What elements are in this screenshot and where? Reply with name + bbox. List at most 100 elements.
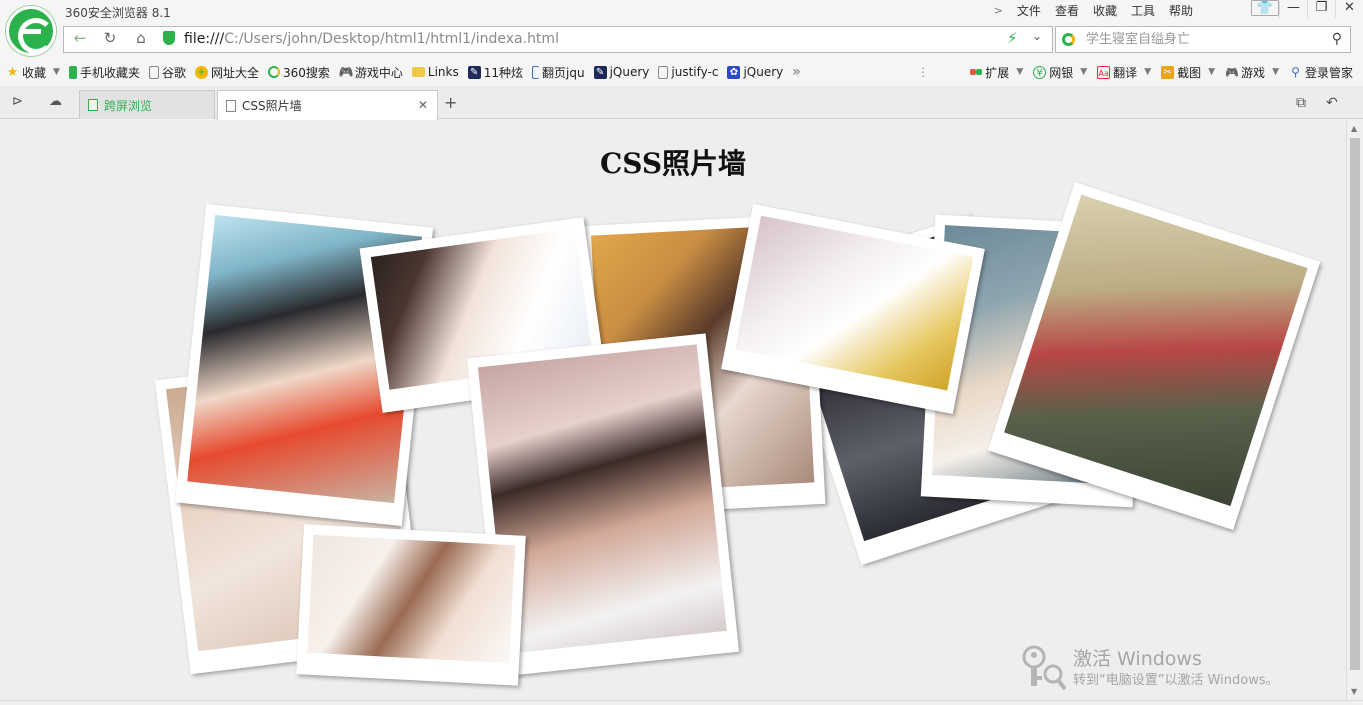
tab-css-photo-wall[interactable]: CSS照片墙 ✕ [217,90,438,120]
chevron-right-icon[interactable]: > [994,4,1003,17]
url-text[interactable]: file:///C:/Users/john/Desktop/html1/html… [184,31,559,47]
url-path: C:/Users/john/Desktop/html1/html1/indexa… [224,31,559,47]
key-icon [1022,645,1066,690]
bookmark-mobile[interactable]: 手机收藏夹 [68,64,140,81]
title-bar: 360安全浏览器 8.1 > 文件 查看 收藏 工具 帮助 👕 — ❐ ✕ [0,0,1363,22]
shield-icon [163,31,175,45]
shirt-icon[interactable]: 👕 [1251,0,1279,16]
photo-image [307,534,516,664]
close-icon[interactable]: ✕ [418,98,428,112]
bookmark-favorites[interactable]: ★ 收藏 ▼ [6,64,60,81]
translate-icon: Aa [1097,65,1111,79]
page-viewport: CSS照片墙 激活 Windows 转到“电脑设置”以激活 Windows。 [0,120,1346,700]
tab-cross-screen[interactable]: 跨屏浏览 [79,90,215,119]
bookmark-games[interactable]: 🎮 游戏中心 [339,64,403,81]
menu-tools[interactable]: 工具 [1131,2,1155,19]
restore-tabs-icon[interactable]: ⧉ [1296,95,1306,111]
search360-icon [267,66,280,78]
tab-bar: ⊳ ☁ 跨屏浏览 CSS照片墙 ✕ + ⧉ ↶ [0,86,1363,120]
bookmark-360search[interactable]: 360搜索 [267,64,330,81]
login-icon: ⚲ [1291,64,1300,79]
toolbar-extensions: 扩展 ▼ ¥ 网银 ▼ Aa 翻译 ▼ ✂ 截图 ▼ 🎮 游戏 ▼ ⚲ 登录管家 [960,58,1353,86]
bookmark-google[interactable]: 谷歌 [148,64,186,81]
game-icon: 🎮 [1225,65,1239,79]
bookmark-hao[interactable]: + 网址大全 [194,64,259,81]
menu-favorites[interactable]: 收藏 [1093,2,1117,19]
ext-translate[interactable]: Aa 翻译 ▼ [1097,64,1151,81]
page-icon [658,65,669,79]
baidu-icon: ✿ [727,65,741,79]
jsdemo-icon: ✎ [593,65,607,79]
ext-bank[interactable]: ¥ 网银 ▼ [1033,64,1087,81]
page-icon [226,99,236,112]
drag-handle-icon[interactable]: ⋮ [917,65,929,79]
page-title: CSS照片墙 [599,147,747,180]
search-box: ⚲ [1055,26,1351,53]
search-input[interactable] [1086,28,1316,51]
cloud-icon[interactable]: ☁ [49,94,62,109]
menu-help[interactable]: 帮助 [1169,2,1193,19]
window-controls: 👕 — ❐ ✕ [1251,0,1363,18]
status-bar [0,700,1363,705]
scroll-up-icon[interactable]: ▲ [1351,124,1357,133]
gamepad-icon: 🎮 [338,64,354,79]
sidebar-toggle-icon[interactable]: ⊳ [12,94,23,109]
folder-icon [411,67,425,77]
menu-file[interactable]: 文件 [1017,2,1041,19]
caret-down-icon[interactable]: ▼ [1144,67,1151,77]
minimize-button[interactable]: — [1279,0,1307,18]
app-title: 360安全浏览器 8.1 [65,6,171,20]
caret-down-icon[interactable]: ▼ [1208,67,1215,77]
caret-down-icon[interactable]: ▼ [1016,67,1023,77]
bank-icon: ¥ [1033,65,1047,79]
chevron-down-icon[interactable]: ⌄ [1032,29,1042,43]
back-arrow-icon[interactable]: ← [66,26,94,51]
undo-close-icon[interactable]: ↶ [1326,95,1338,111]
search-icon[interactable]: ⚲ [1332,31,1342,47]
phone-icon [68,65,77,79]
bookmark-jquery-2[interactable]: ✿ jQuery [727,65,783,79]
lightning-icon[interactable]: ⚡ [1007,29,1018,47]
maximize-button[interactable]: ❐ [1307,0,1335,18]
windows-activation-watermark: 激活 Windows 转到“电脑设置”以激活 Windows。 [1020,642,1320,692]
search360-icon[interactable] [1062,33,1075,46]
scroll-down-icon[interactable]: ▼ [1351,687,1357,696]
address-row: ← ↻ ⌂ file:///C:/Users/john/Desktop/html… [0,22,1363,58]
caret-down-icon[interactable]: ▼ [1080,67,1087,77]
main-menu: > 文件 查看 收藏 工具 帮助 [994,2,1193,19]
browser-logo-icon[interactable] [6,6,56,56]
bookmark-links[interactable]: Links [411,65,459,79]
bookmarks-overflow[interactable]: » [792,64,801,80]
caret-down-icon[interactable]: ▼ [1272,67,1279,77]
scrollbar-thumb[interactable] [1350,138,1360,670]
ext-apps[interactable]: 扩展 ▼ [970,64,1023,81]
reload-icon[interactable]: ↻ [96,26,124,51]
url-scheme: file:/// [184,31,225,47]
menu-view[interactable]: 查看 [1055,2,1079,19]
scissors-icon: ✂ [1161,65,1175,79]
bookmark-justify[interactable]: justify-c [658,65,718,79]
bracket-icon [532,65,540,79]
close-button[interactable]: ✕ [1335,0,1363,18]
bookmark-paging[interactable]: 翻页jqu [532,64,585,81]
new-tab-plus-icon[interactable]: + [444,93,457,112]
activation-title: 激活 Windows [1073,648,1202,670]
bookmarks-bar: ★ 收藏 ▼ 手机收藏夹 谷歌 + 网址大全 360搜索 🎮 游戏中心 Links ✎ 1… [0,58,1363,86]
activation-subtitle: 转到“电脑设置”以激活 Windows。 [1073,673,1279,688]
home-icon[interactable]: ⌂ [127,26,155,51]
star-icon: ★ [6,64,19,80]
caret-down-icon[interactable]: ▼ [53,67,60,77]
ext-screenshot[interactable]: ✂ 截图 ▼ [1161,64,1215,81]
apps-green-icon [976,69,983,75]
vertical-scrollbar[interactable]: ▲ ▼ [1346,120,1363,700]
ext-login[interactable]: ⚲ 登录管家 [1289,64,1353,81]
ext-games[interactable]: 🎮 游戏 ▼ [1225,64,1279,81]
jsdemo-icon: ✎ [467,65,481,79]
photo-image [735,215,974,391]
photo-card[interactable] [296,524,526,686]
phone-icon [88,99,98,111]
bookmark-11effects[interactable]: ✎ 11种炫 [467,64,523,81]
page-icon [148,65,159,79]
navi-icon: + [194,65,208,79]
bookmark-jquery-1[interactable]: ✎ jQuery [593,65,649,79]
